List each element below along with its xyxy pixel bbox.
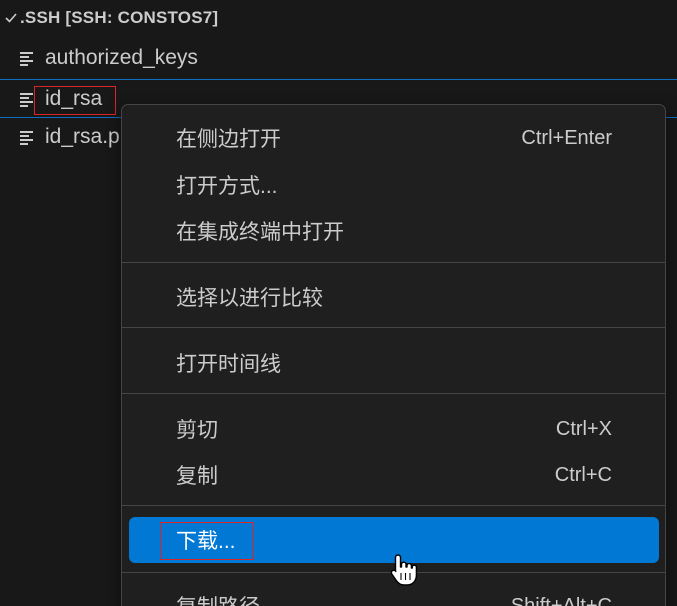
menu-item-shortcut: Ctrl+X: [555, 417, 612, 440]
menu-item-label: 剪切: [176, 419, 218, 442]
hand-pointer-cursor-icon: [390, 554, 418, 586]
chevron-down-icon: [2, 13, 20, 23]
menu-separator: [122, 393, 665, 394]
menu-item-shortcut: Ctrl+Enter: [521, 126, 612, 149]
context-menu: 在侧边打开 Ctrl+Enter 打开方式... 在集成终端中打开 选择以进行比…: [121, 104, 666, 606]
file-lines-icon: [18, 49, 36, 67]
menu-item-cut[interactable]: 剪切 Ctrl+X: [129, 406, 659, 452]
file-lines-icon: [18, 128, 36, 146]
menu-separator: [122, 505, 665, 506]
menu-item-open-timeline[interactable]: 打开时间线: [129, 340, 659, 386]
menu-item-shortcut: Ctrl+C: [554, 463, 612, 486]
menu-item-open-to-side[interactable]: 在侧边打开 Ctrl+Enter: [129, 115, 659, 161]
menu-separator: [122, 262, 665, 263]
file-name: id_rsa: [45, 86, 103, 110]
menu-item-copy[interactable]: 复制 Ctrl+C: [129, 452, 659, 498]
menu-item-label: 打开时间线: [176, 353, 281, 376]
menu-item-label: 复制: [176, 465, 218, 488]
menu-item-label: 在侧边打开: [176, 128, 281, 151]
menu-item-select-for-compare[interactable]: 选择以进行比较: [129, 274, 659, 320]
menu-item-shortcut: Shift+Alt+C: [510, 594, 612, 606]
file-name: id_rsa.p: [45, 125, 120, 148]
menu-item-label: 下载...: [176, 530, 236, 553]
menu-item-label: 选择以进行比较: [176, 287, 323, 310]
screen: .SSH [SSH: CONSTOS7] authorized_keys id_…: [0, 0, 677, 606]
file-lines-icon: [18, 90, 36, 108]
menu-item-label: 复制路径: [176, 591, 260, 606]
menu-item-open-with[interactable]: 打开方式...: [129, 162, 659, 208]
explorer-section-header[interactable]: .SSH [SSH: CONSTOS7]: [0, 0, 677, 36]
file-name: authorized_keys: [45, 46, 198, 69]
explorer-section-title: .SSH [SSH: CONSTOS7]: [20, 8, 219, 27]
menu-item-open-in-integrated-terminal[interactable]: 在集成终端中打开: [129, 208, 659, 254]
menu-item-label: 打开方式...: [176, 175, 278, 198]
file-item-authorized-keys[interactable]: authorized_keys: [0, 39, 677, 77]
menu-item-label: 在集成终端中打开: [176, 221, 344, 244]
menu-separator: [122, 327, 665, 328]
